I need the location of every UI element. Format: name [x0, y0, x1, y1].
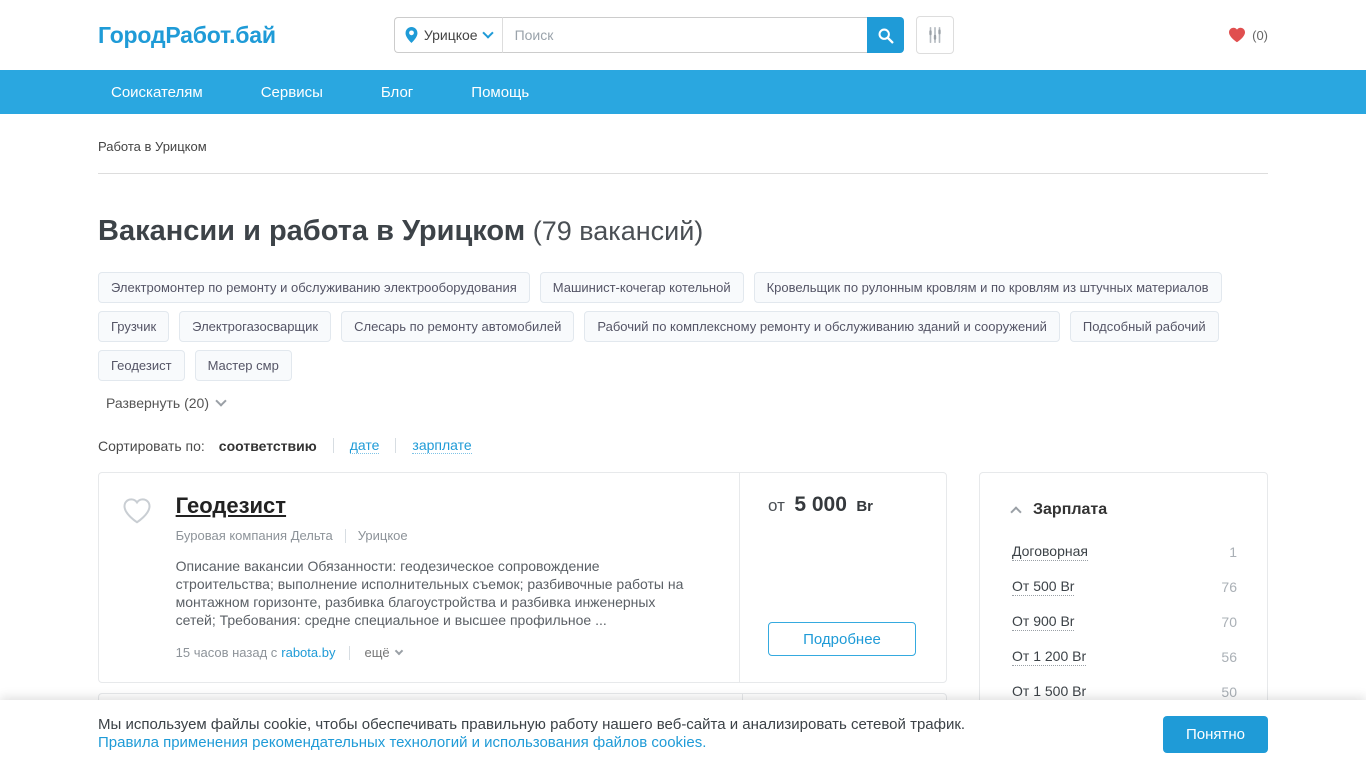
- location-selector[interactable]: Урицкое: [393, 17, 503, 53]
- job-footer: 15 часов назад с rabota.by ещё: [176, 645, 739, 660]
- sort-option-salary[interactable]: зарплате: [412, 437, 472, 454]
- salary-filter-link[interactable]: От 900 Br: [1012, 613, 1075, 631]
- cookie-banner: Мы используем файлы cookie, чтобы обеспе…: [0, 700, 1366, 768]
- tag-chip[interactable]: Рабочий по комплексному ремонту и обслуж…: [584, 311, 1060, 342]
- chevron-down-icon: [481, 27, 494, 39]
- favorites-count: (0): [1252, 27, 1268, 43]
- salary-filter-item: Договорная 1: [1012, 543, 1237, 561]
- divider: [344, 528, 346, 543]
- tag-chip[interactable]: Слесарь по ремонту автомобилей: [341, 311, 575, 342]
- job-more-label: ещё: [364, 645, 390, 660]
- salary-filter-item: От 1 500 Br 50: [1012, 683, 1237, 701]
- salary-filter-item: От 1 200 Br 56: [1012, 648, 1237, 666]
- chevron-down-icon: [394, 646, 403, 655]
- job-more-toggle[interactable]: ещё: [364, 645, 403, 660]
- salary-filter-link[interactable]: От 500 Br: [1012, 578, 1075, 596]
- search-group: Урицкое: [393, 16, 954, 54]
- sort-option-relevance: соответствию: [218, 437, 317, 454]
- salary-value: 5 000: [794, 493, 847, 516]
- page-title-count: (79 вакансий): [525, 216, 704, 246]
- salary-prefix: от: [768, 496, 785, 515]
- tag-chip[interactable]: Машинист-кочегар котельной: [539, 272, 744, 303]
- chevron-down-icon: [215, 395, 227, 407]
- header: ГородРабот.бай Урицкое Поиск (0): [98, 0, 1268, 70]
- breadcrumb-row: Работа в Урицком: [98, 114, 1268, 174]
- sort-option-date[interactable]: дате: [349, 437, 380, 454]
- salary-currency: Br: [856, 498, 874, 515]
- cookie-policy-link[interactable]: Правила применения рекомендательных техн…: [98, 734, 706, 751]
- expand-tags-label: Развернуть (20): [106, 395, 209, 411]
- search-button[interactable]: [866, 17, 904, 53]
- favorites-widget[interactable]: (0): [1228, 27, 1268, 43]
- tag-chip[interactable]: Грузчик: [98, 311, 170, 342]
- salary-filter-count: 1: [1229, 544, 1237, 560]
- job-posted: 15 часов назад с: [175, 645, 278, 660]
- nav-item-servisy[interactable]: Сервисы: [247, 70, 337, 114]
- site-logo[interactable]: ГородРабот.бай: [98, 22, 276, 49]
- salary-filter-item: От 900 Br 70: [1012, 613, 1237, 631]
- filters-button[interactable]: [915, 16, 954, 54]
- divider: [349, 645, 351, 660]
- tag-chip[interactable]: Электромонтер по ремонту и обслуживанию …: [98, 272, 530, 303]
- search-icon: [878, 28, 894, 43]
- salary-filter-title: Зарплата: [1033, 501, 1108, 518]
- sort-label: Сортировать по:: [98, 437, 205, 454]
- job-source-link[interactable]: rabota.by: [281, 645, 335, 660]
- salary-filter-link[interactable]: От 1 500 Br: [1012, 683, 1087, 701]
- job-location: Урицкое: [357, 528, 408, 543]
- salary-filter-link[interactable]: От 1 200 Br: [1012, 648, 1087, 666]
- nav-item-pomoshch[interactable]: Помощь: [457, 70, 543, 114]
- heart-icon: [1229, 27, 1246, 43]
- tag-chip[interactable]: Кровельщик по рулонным кровлям и по кров…: [753, 272, 1222, 303]
- page-title: Вакансии и работа в Урицком (79 вакансий…: [98, 215, 1268, 248]
- expand-tags-button[interactable]: Развернуть (20): [106, 395, 1268, 411]
- tag-list: Электромонтер по ремонту и обслуживанию …: [98, 272, 1268, 381]
- job-salary: от 5 000 Br: [768, 493, 916, 517]
- tag-chip[interactable]: Подсобный рабочий: [1069, 311, 1219, 342]
- divider: [332, 438, 334, 453]
- sort-row: Сортировать по: соответствию дате зарпла…: [98, 437, 1268, 454]
- salary-filter-header[interactable]: Зарплата: [1010, 501, 1237, 519]
- divider: [395, 438, 397, 453]
- job-card: Геодезист Буровая компания Дельта Урицко…: [98, 472, 947, 683]
- job-description: Описание вакансии Обязанности: геодезиче…: [175, 558, 684, 628]
- tag-chip[interactable]: Электрогазосварщик: [179, 311, 332, 342]
- cookie-message: Мы используем файлы cookie, чтобы обеспе…: [98, 716, 966, 733]
- breadcrumb[interactable]: Работа в Урицком: [98, 139, 207, 154]
- cookie-accept-button[interactable]: Понятно: [1162, 715, 1268, 753]
- salary-filter-count: 70: [1221, 614, 1237, 630]
- search-input[interactable]: [502, 17, 867, 53]
- salary-filter-count: 50: [1221, 684, 1237, 700]
- salary-filter-count: 56: [1221, 649, 1237, 665]
- location-pin-icon: [405, 27, 418, 43]
- job-card-right: от 5 000 Br Подробнее: [739, 473, 946, 682]
- location-label: Урицкое: [423, 27, 478, 43]
- job-company: Буровая компания Дельта: [175, 528, 333, 543]
- main-nav: Соискателям Сервисы Блог Помощь: [0, 70, 1366, 114]
- cookie-text: Мы используем файлы cookie, чтобы обеспе…: [98, 716, 965, 752]
- nav-item-soiskatelyam[interactable]: Соискателям: [98, 70, 217, 114]
- tag-chip[interactable]: Мастер смр: [194, 350, 292, 381]
- salary-filter-link[interactable]: Договорная: [1012, 543, 1088, 561]
- page-title-main: Вакансии и работа в Урицком: [98, 215, 526, 247]
- salary-filter-item: От 500 Br 76: [1012, 578, 1237, 596]
- chevron-up-icon: [1010, 506, 1022, 518]
- job-title-link[interactable]: Геодезист: [176, 493, 286, 519]
- sliders-icon: [928, 26, 941, 44]
- job-meta: Буровая компания Дельта Урицкое: [176, 528, 739, 543]
- details-button[interactable]: Подробнее: [768, 622, 916, 656]
- salary-filter-count: 76: [1221, 579, 1237, 595]
- favorite-heart-icon[interactable]: [122, 497, 152, 525]
- tag-chip[interactable]: Геодезист: [98, 350, 185, 381]
- nav-item-blog[interactable]: Блог: [367, 70, 427, 114]
